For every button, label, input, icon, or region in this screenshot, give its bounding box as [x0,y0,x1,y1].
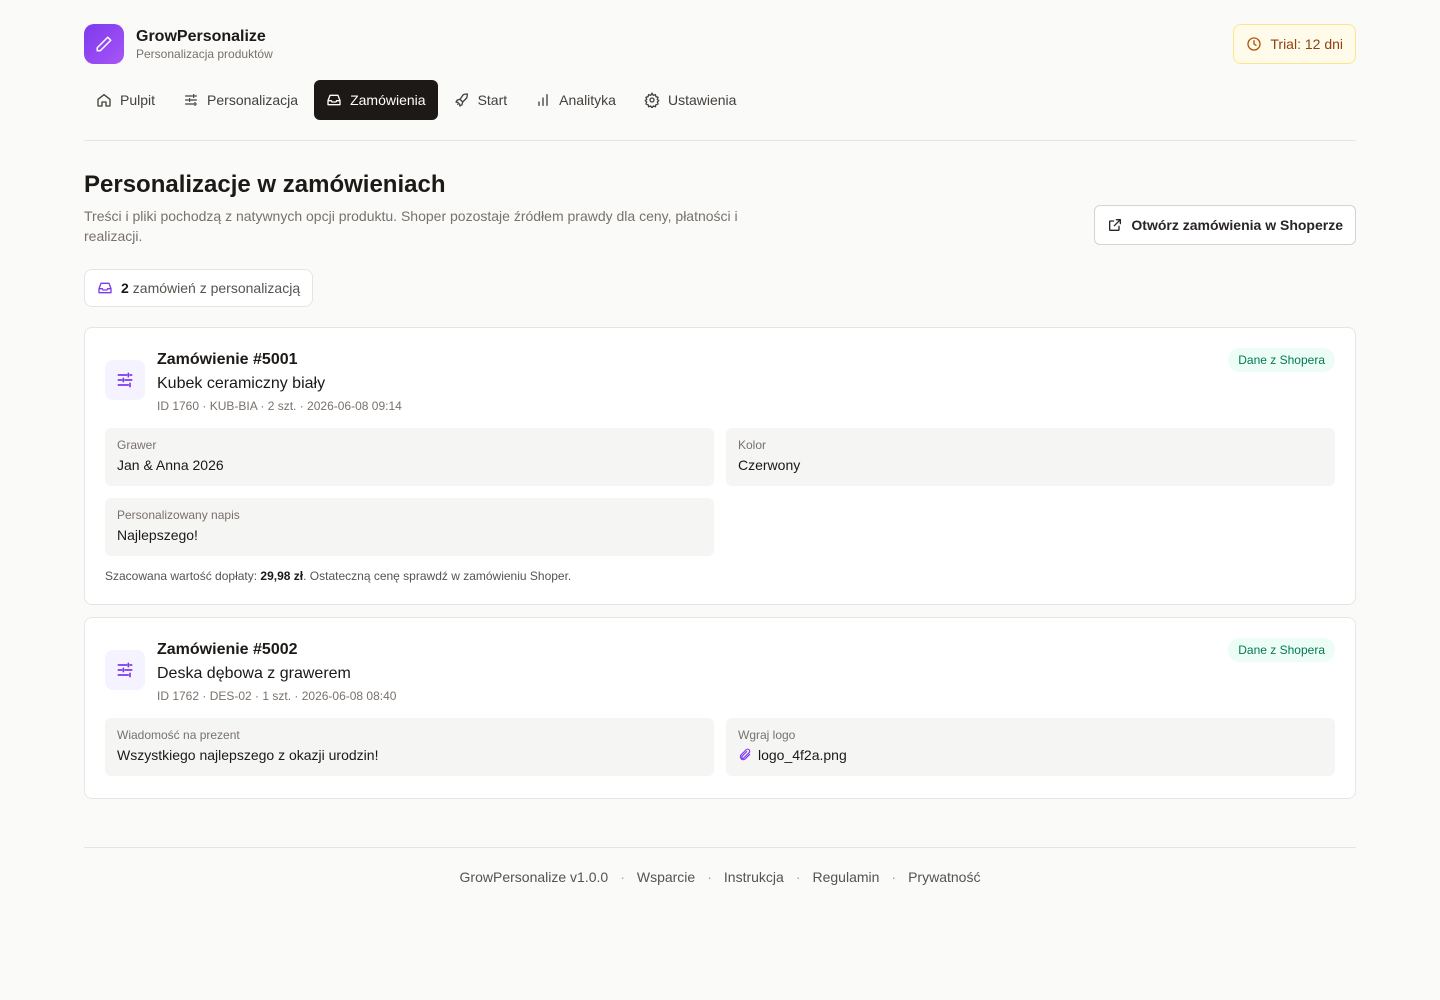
nav-label: Start [477,92,508,108]
app-name: GrowPersonalize [136,27,266,45]
page-description: Treści i pliki pochodzą z natywnych opcj… [84,208,738,244]
order-meta: ID 1762 · DES-02 · 1 szt. · 2026-06-08 0… [157,689,397,703]
nav-item-analityka[interactable]: Analityka [523,80,628,120]
order-header: Zamówienie #5001 Kubek ceramiczny biały … [157,350,402,413]
trial-label: Trial: 12 dni [1270,36,1343,52]
sliders-icon [105,360,145,400]
surcharge-note: Szacowana wartość dopłaty: 29,98 zł. Ost… [105,569,571,583]
field-kolor: Kolor Czerwony [726,428,1335,486]
field-personalizowany-napis: Personalizowany napis Najlepszego! [105,498,714,556]
field-label: Wiadomość na prezent [117,728,240,742]
footer-separator: · [795,869,801,885]
clock-icon [1247,37,1262,51]
orders-count-chip: 2 zamówień z personalizacją [84,269,314,307]
page-title: Personalizacje w zamówieniach [84,171,446,198]
nav-item-ustawienia[interactable]: Ustawienia [632,80,748,120]
product-name: Deska dębowa z grawerem [157,665,351,682]
inbox-icon [98,282,112,294]
nav-label: Personalizacja [207,92,299,108]
brand-text: GrowPersonalize Personalizacja produktów [136,27,273,62]
order-number: Zamówienie #5002 [157,641,298,658]
file-name: logo_4f2a.png [758,747,847,763]
pencil-icon [84,24,124,64]
bar-chart-icon [538,94,548,106]
sliders-icon [185,94,198,106]
home-icon [97,94,111,107]
field-value: Czerwony [738,457,801,473]
order-header: Zamówienie #5002 Deska dębowa z grawerem… [157,640,396,703]
source-badge: Dane z Shopera [1228,638,1335,662]
app-subtitle: Personalizacja produktów [136,46,273,61]
gear-icon [644,92,660,108]
header-divider [84,140,1356,141]
sliders-icon [105,650,145,690]
field-value: Jan & Anna 2026 [117,457,224,473]
surcharge-prefix: Szacowana wartość dopłaty: [105,569,261,583]
surcharge-suffix: . Ostateczną cenę sprawdź w zamówieniu S… [303,569,572,583]
app-root: GrowPersonalize Personalizacja produktów… [0,0,1440,1000]
external-link-icon [1109,219,1122,231]
footer-link-wsparcie[interactable]: Wsparcie [637,869,695,885]
main-nav: Pulpit Personalizacja Zamówienia Start A… [84,80,752,120]
trial-badge[interactable]: Trial: 12 dni [1233,24,1356,64]
footer-divider [84,847,1356,848]
order-card: Zamówienie #5002 Deska dębowa z grawerem… [84,617,1356,799]
footer-separator: · [707,869,712,885]
nav-label: Analityka [559,92,616,108]
nav-label: Zamówienia [350,92,426,108]
order-number: Zamówienie #5001 [157,351,298,368]
order-card: Zamówienie #5001 Kubek ceramiczny biały … [84,327,1356,605]
field-label: Grawer [117,438,157,452]
nav-label: Pulpit [120,92,156,108]
field-value: Wszystkiego najlepszego z okazji urodzin… [117,747,379,763]
footer-version: GrowPersonalize v1.0.0 [459,869,609,885]
brand[interactable]: GrowPersonalize Personalizacja produktów [84,24,273,64]
field-value: Najlepszego! [117,527,198,543]
footer-link-regulamin[interactable]: Regulamin [812,869,879,885]
footer-separator: · [891,869,897,885]
orders-count: 2 [121,280,129,296]
paperclip-icon [739,748,751,761]
field-label: Wgraj logo [738,728,796,742]
nav-item-zamowienia[interactable]: Zamówienia [314,80,438,120]
field-wiadomosc-na-prezent: Wiadomość na prezent Wszystkiego najleps… [105,718,714,776]
source-badge: Dane z Shopera [1228,348,1335,372]
footer: GrowPersonalize v1.0.0 · Wsparcie · Inst… [0,869,1440,885]
nav-item-pulpit[interactable]: Pulpit [84,80,167,120]
footer-link-instrukcja[interactable]: Instrukcja [724,869,784,885]
nav-item-start[interactable]: Start [442,80,520,120]
order-meta: ID 1760 · KUB-BIA · 2 szt. · 2026-06-08 … [157,399,402,413]
open-orders-in-shoper-button[interactable]: Otwórz zamówienia w Shoperze [1094,205,1356,245]
surcharge-value: 29,98 zł [260,569,304,583]
open-button-label: Otwórz zamówienia w Shoperze [1131,217,1343,233]
product-name: Kubek ceramiczny biały [157,375,326,392]
field-label: Personalizowany napis [117,508,240,522]
rocket-icon [454,93,468,107]
field-grawer: Grawer Jan & Anna 2026 [105,428,714,486]
nav-label: Ustawienia [667,92,737,108]
field-label: Kolor [738,438,767,452]
footer-link-prywatnosc[interactable]: Prywatność [908,869,980,885]
orders-count-label: zamówień z personalizacją [132,280,301,296]
uploaded-file-link[interactable]: logo_4f2a.png [738,747,1323,763]
field-wgraj-logo: Wgraj logo logo_4f2a.png [726,718,1335,776]
nav-item-personalizacja[interactable]: Personalizacja [171,80,310,120]
inbox-icon [327,94,341,106]
footer-separator: · [620,869,625,885]
